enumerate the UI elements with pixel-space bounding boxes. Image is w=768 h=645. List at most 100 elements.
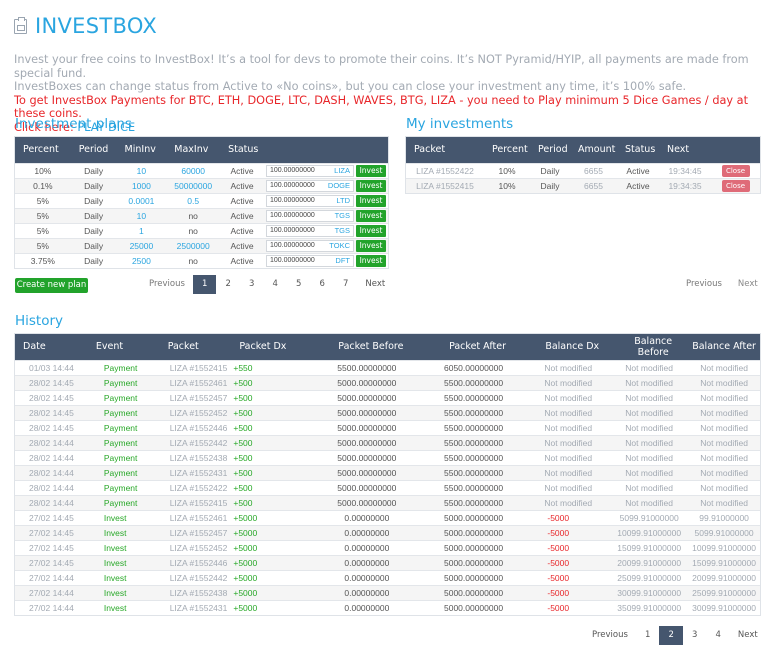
plans-page-1[interactable]: 1 — [192, 275, 217, 294]
invest-button[interactable]: Invest — [356, 179, 386, 192]
history-page-2[interactable]: 2 — [659, 626, 683, 645]
plan-mininv: 25000 — [116, 237, 167, 253]
invest-amount-input[interactable]: 100.00000000 DOGE — [266, 179, 354, 192]
investment-plans-table: Percent Period MinInv MaxInv Status 10% D… — [15, 137, 388, 268]
history-event: Payment — [87, 479, 160, 495]
invest-amount-input[interactable]: 100.00000000 LIZA — [266, 164, 354, 177]
history-event: Payment — [87, 494, 160, 510]
plans-prev-button[interactable]: Previous — [141, 275, 193, 294]
history-balance-after: 10099.91000000 — [688, 539, 760, 555]
history-packet-after: 6050.00000000 — [420, 359, 527, 375]
history-balance-after: Not modified — [688, 404, 760, 420]
coin-label: TGS — [334, 211, 350, 220]
invest-amount-input[interactable]: 100.00000000 LTD — [266, 194, 354, 207]
history-balance-dx: Not modified — [526, 404, 611, 420]
plans-page-3[interactable]: 3 — [240, 275, 264, 294]
history-packet: LIZA #1552446 — [159, 419, 232, 435]
history-page-1[interactable]: 1 — [636, 626, 660, 645]
history-balance-dx: Not modified — [526, 449, 611, 465]
close-investment-button[interactable]: Close — [721, 179, 750, 192]
investment-percent: 10% — [484, 162, 530, 178]
history-page-4[interactable]: 4 — [706, 626, 730, 645]
plan-actions: 100.00000000 LTD Invest — [264, 192, 388, 208]
history-packet: LIZA #1552461 — [159, 509, 232, 525]
history-balance-before: 35099.91000000 — [610, 599, 689, 615]
history-packet-dx: +5000 — [231, 539, 314, 555]
history-balance-dx: Not modified — [526, 434, 611, 450]
plans-page-2[interactable]: 2 — [216, 275, 240, 294]
history-row: 27/02 14:45 Invest LIZA #1552457 +5000 0.000… — [15, 524, 760, 540]
history-row: 28/02 14:45 Payment LIZA #1552452 +500 5000.… — [15, 404, 760, 420]
plan-row: 5% Daily 1 no Active 100.00000000 TGS Invest — [15, 222, 388, 238]
coin-label: LTD — [336, 196, 350, 205]
history-packet-after: 5000.00000000 — [420, 509, 527, 525]
plan-maxinv: 0.5 — [166, 192, 221, 208]
history-next-button[interactable]: Next — [730, 626, 766, 645]
invest-amount-input[interactable]: 100.00000000 TOKC — [266, 239, 354, 252]
plan-period: Daily — [70, 162, 117, 178]
col-maxinv: MaxInv — [166, 137, 221, 163]
history-balance-dx: -5000 — [526, 599, 611, 615]
history-packet-after: 5000.00000000 — [420, 524, 527, 540]
create-new-plan-button[interactable]: Create new plan — [15, 278, 88, 293]
history-packet-after: 5500.00000000 — [420, 389, 527, 405]
plan-maxinv: no — [166, 252, 221, 268]
plan-status: Active — [220, 237, 264, 253]
invest-button[interactable]: Invest — [356, 254, 386, 267]
history-packet: LIZA #1552438 — [159, 584, 232, 600]
history-row: 28/02 14:45 Payment LIZA #1552461 +500 5000.… — [15, 374, 760, 390]
history-packet-before: 5000.00000000 — [313, 479, 421, 495]
amount-value: 100.00000000 — [270, 242, 315, 249]
amount-value: 100.00000000 — [270, 167, 315, 174]
history-title: History — [15, 313, 64, 329]
history-balance-before: Not modified — [610, 449, 689, 465]
history-packet-after: 5000.00000000 — [420, 569, 527, 585]
plans-page-7[interactable]: 7 — [334, 275, 358, 294]
invest-button[interactable]: Invest — [356, 164, 386, 177]
invest-button[interactable]: Invest — [356, 209, 386, 222]
invest-amount-input[interactable]: 100.00000000 TGS — [266, 209, 354, 222]
invest-amount-input[interactable]: 100.00000000 TGS — [266, 224, 354, 237]
invest-button[interactable]: Invest — [356, 224, 386, 237]
page-title: INVESTBOX — [14, 14, 157, 38]
history-balance-after: Not modified — [688, 419, 760, 435]
investment-packet: LIZA #1552415 — [406, 177, 484, 193]
invest-amount-input[interactable]: 100.00000000 DFT — [266, 254, 354, 267]
plan-mininv: 2500 — [116, 252, 167, 268]
col-balance-before: Balance Before — [610, 334, 689, 360]
history-prev-button[interactable]: Previous — [584, 626, 636, 645]
history-packet-before: 5000.00000000 — [313, 419, 421, 435]
plan-status: Active — [220, 192, 264, 208]
history-balance-before: Not modified — [610, 419, 689, 435]
coin-label: DFT — [335, 256, 350, 266]
plans-page-5[interactable]: 5 — [287, 275, 311, 294]
history-packet-before: 5000.00000000 — [313, 389, 421, 405]
plan-status: Active — [220, 222, 264, 238]
col-packet: Packet — [406, 137, 484, 163]
plan-mininv: 10 — [116, 162, 167, 178]
invest-button[interactable]: Invest — [356, 194, 386, 207]
history-packet-after: 5500.00000000 — [420, 374, 527, 390]
close-investment-button[interactable]: Close — [721, 164, 750, 177]
investments-prev-button[interactable]: Previous — [678, 275, 730, 294]
plans-page-6[interactable]: 6 — [310, 275, 334, 294]
my-investments-table-panel: Packet Percent Period Amount Status Next… — [405, 136, 761, 194]
history-balance-before: 10099.91000000 — [610, 524, 689, 540]
history-balance-dx: Not modified — [526, 479, 611, 495]
invest-button[interactable]: Invest — [356, 239, 386, 252]
history-date: 28/02 14:44 — [15, 434, 88, 450]
history-balance-before: 30099.91000000 — [610, 584, 689, 600]
plans-page-4[interactable]: 4 — [263, 275, 287, 294]
history-balance-dx: -5000 — [526, 539, 611, 555]
history-packet-before: 5000.00000000 — [313, 404, 421, 420]
plan-row: 5% Daily 10 no Active 100.00000000 TGS Invest — [15, 207, 388, 223]
history-page-3[interactable]: 3 — [683, 626, 707, 645]
col-amount: Amount — [570, 137, 617, 163]
history-balance-after: 20099.91000000 — [688, 569, 760, 585]
investments-next-button[interactable]: Next — [730, 275, 766, 294]
history-row: 28/02 14:44 Payment LIZA #1552415 +500 5000.… — [15, 494, 760, 510]
coin-label: TOKC — [329, 241, 350, 250]
history-balance-after: 25099.91000000 — [688, 584, 760, 600]
plans-next-button[interactable]: Next — [357, 275, 393, 294]
amount-value: 100.00000000 — [270, 182, 315, 189]
